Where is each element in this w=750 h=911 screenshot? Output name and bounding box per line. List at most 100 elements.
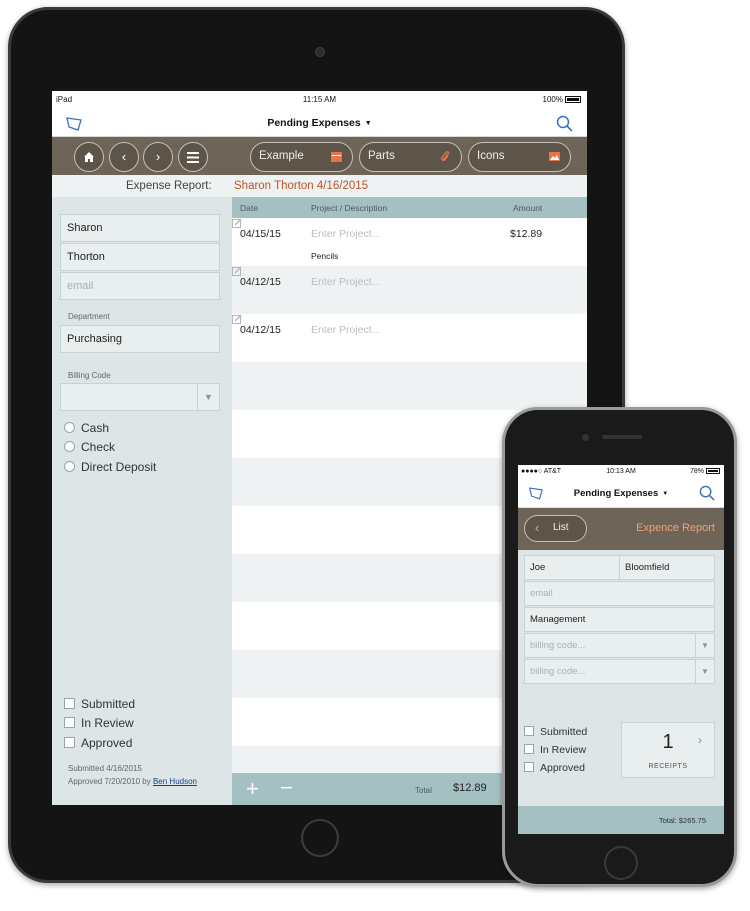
checkbox-icon [64,737,75,748]
approver-link[interactable]: Ben Hudson [153,777,197,786]
billing-code-label: Billing Code [68,371,111,380]
status-in-review-checkbox[interactable]: In Review [64,716,134,730]
total-footer: Total: $265.75 [518,806,724,834]
total-label: Total [415,786,432,795]
add-row-button[interactable]: + [246,776,259,802]
battery-level: 78% [690,468,720,475]
row-date: 04/12/15 [240,324,281,336]
search-icon[interactable] [556,115,573,132]
radio-icon [64,441,75,452]
table-row[interactable]: 04/12/15 Enter Project... [232,314,587,362]
speaker [602,435,642,439]
battery-icon [706,468,720,474]
department-label: Department [68,312,110,321]
email-field[interactable]: email [524,581,715,606]
last-name-field[interactable]: Bloomfield [619,555,715,580]
column-date: Date [240,203,258,213]
page-title[interactable]: Pending Expenses ▼ [52,117,587,129]
toolbar: ‹ List Expence Report [518,508,724,550]
column-project: Project / Description [311,203,388,213]
submitted-date: Submitted 4/16/2015 [68,764,142,773]
row-description: Pencils [311,251,339,261]
clock: 11:15 AM [302,95,337,104]
paperclip-icon [440,151,450,162]
parts-button[interactable]: Parts [359,142,462,172]
status-in-review-checkbox[interactable]: In Review [524,744,586,756]
example-button[interactable]: Example [250,142,353,172]
approved-line: Approved 7/20/2010 by Ben Hudson [68,777,197,786]
billing-code-select[interactable]: ▼ [60,383,220,411]
checkbox-icon [64,698,75,709]
payment-option-direct-deposit[interactable]: Direct Deposit [64,460,156,474]
status-bar: ●●●●○ AT&T 10:13 AM 78% [518,465,724,479]
payment-option-cash[interactable]: Cash [64,421,109,435]
payment-option-check[interactable]: Check [64,440,115,454]
last-name-field[interactable]: Thorton [60,243,220,271]
back-list-button[interactable]: ‹ List [524,515,587,542]
screen-title: Expence Report [636,522,715,534]
total-value: $12.89 [453,782,487,794]
home-icon[interactable] [74,142,104,172]
checkbox-icon [524,762,534,772]
column-amount: Amount [513,203,543,213]
project-input[interactable]: Enter Project... [311,324,380,336]
front-camera [315,47,325,57]
toolbar: ‹ › Example Parts Icons [52,137,587,175]
form-panel: Joe Bloomfield email Management billing … [518,550,724,834]
edit-icon[interactable] [232,218,242,228]
checkbox-icon [64,717,75,728]
nav-bar: Pending Expenses ▼ [52,108,587,137]
icons-button[interactable]: Icons [468,142,571,172]
home-button[interactable] [604,846,638,880]
radio-icon [64,422,75,433]
department-field[interactable]: Purchasing [60,325,220,353]
iphone-screen: ●●●●○ AT&T 10:13 AM 78% Pending Expenses… [518,465,724,834]
receipts-label: RECEIPTS [648,763,688,770]
chevron-left-icon: ‹ [535,520,540,535]
nav-bar: Pending Expenses ▼ [518,479,724,508]
radio-icon [64,461,75,472]
chevron-down-icon: ▼ [695,660,714,683]
chevron-down-icon: ▼ [695,634,714,657]
row-amount: $12.89 [510,228,543,240]
project-input[interactable]: Enter Project... [311,228,380,240]
status-submitted-checkbox[interactable]: Submitted [524,726,587,738]
project-input[interactable]: Enter Project... [311,276,380,288]
chevron-down-icon: ▼ [197,384,219,410]
checkbox-icon [524,726,534,736]
receipts-tile[interactable]: 1 › RECEIPTS [621,722,715,778]
battery-level: 100% [543,95,581,104]
search-icon[interactable] [699,485,715,501]
status-submitted-checkbox[interactable]: Submitted [64,697,135,711]
calendar-icon [331,152,342,162]
row-date: 04/15/15 [240,228,281,240]
empty-row [232,362,587,410]
status-approved-checkbox[interactable]: Approved [64,736,132,750]
battery-icon [565,96,581,103]
email-field[interactable]: email [60,272,220,300]
billing-code-select-2[interactable]: billing code... ▼ [524,659,715,684]
iphone-device: ●●●●○ AT&T 10:13 AM 78% Pending Expenses… [502,407,737,887]
page-title[interactable]: Pending Expenses ▼ [518,488,724,499]
chevron-right-icon[interactable]: › [143,142,173,172]
edit-icon[interactable] [232,266,242,276]
billing-code-select[interactable]: billing code... ▼ [524,633,715,658]
front-camera [582,434,589,441]
first-name-field[interactable]: Sharon [60,214,220,242]
home-button[interactable] [301,819,339,857]
table-row[interactable]: 04/15/15 Enter Project... Pencils $12.89 [232,218,587,266]
report-label: Expense Report: [126,180,212,192]
menu-icon[interactable] [178,142,208,172]
report-header: Expense Report: Sharon Thorton 4/16/2015 [52,175,587,197]
status-approved-checkbox[interactable]: Approved [524,762,585,774]
chevron-right-icon: › [698,733,702,747]
caret-down-icon: ▼ [364,120,372,127]
status-bar: iPad 11:15 AM 100% [52,91,587,108]
chevron-left-icon[interactable]: ‹ [109,142,139,172]
table-header: Date Project / Description Amount [232,197,587,218]
department-field[interactable]: Management [524,607,715,632]
remove-row-button[interactable]: − [280,775,293,801]
table-row[interactable]: 04/12/15 Enter Project... [232,266,587,314]
edit-icon[interactable] [232,314,242,324]
first-name-field[interactable]: Joe [524,555,620,580]
